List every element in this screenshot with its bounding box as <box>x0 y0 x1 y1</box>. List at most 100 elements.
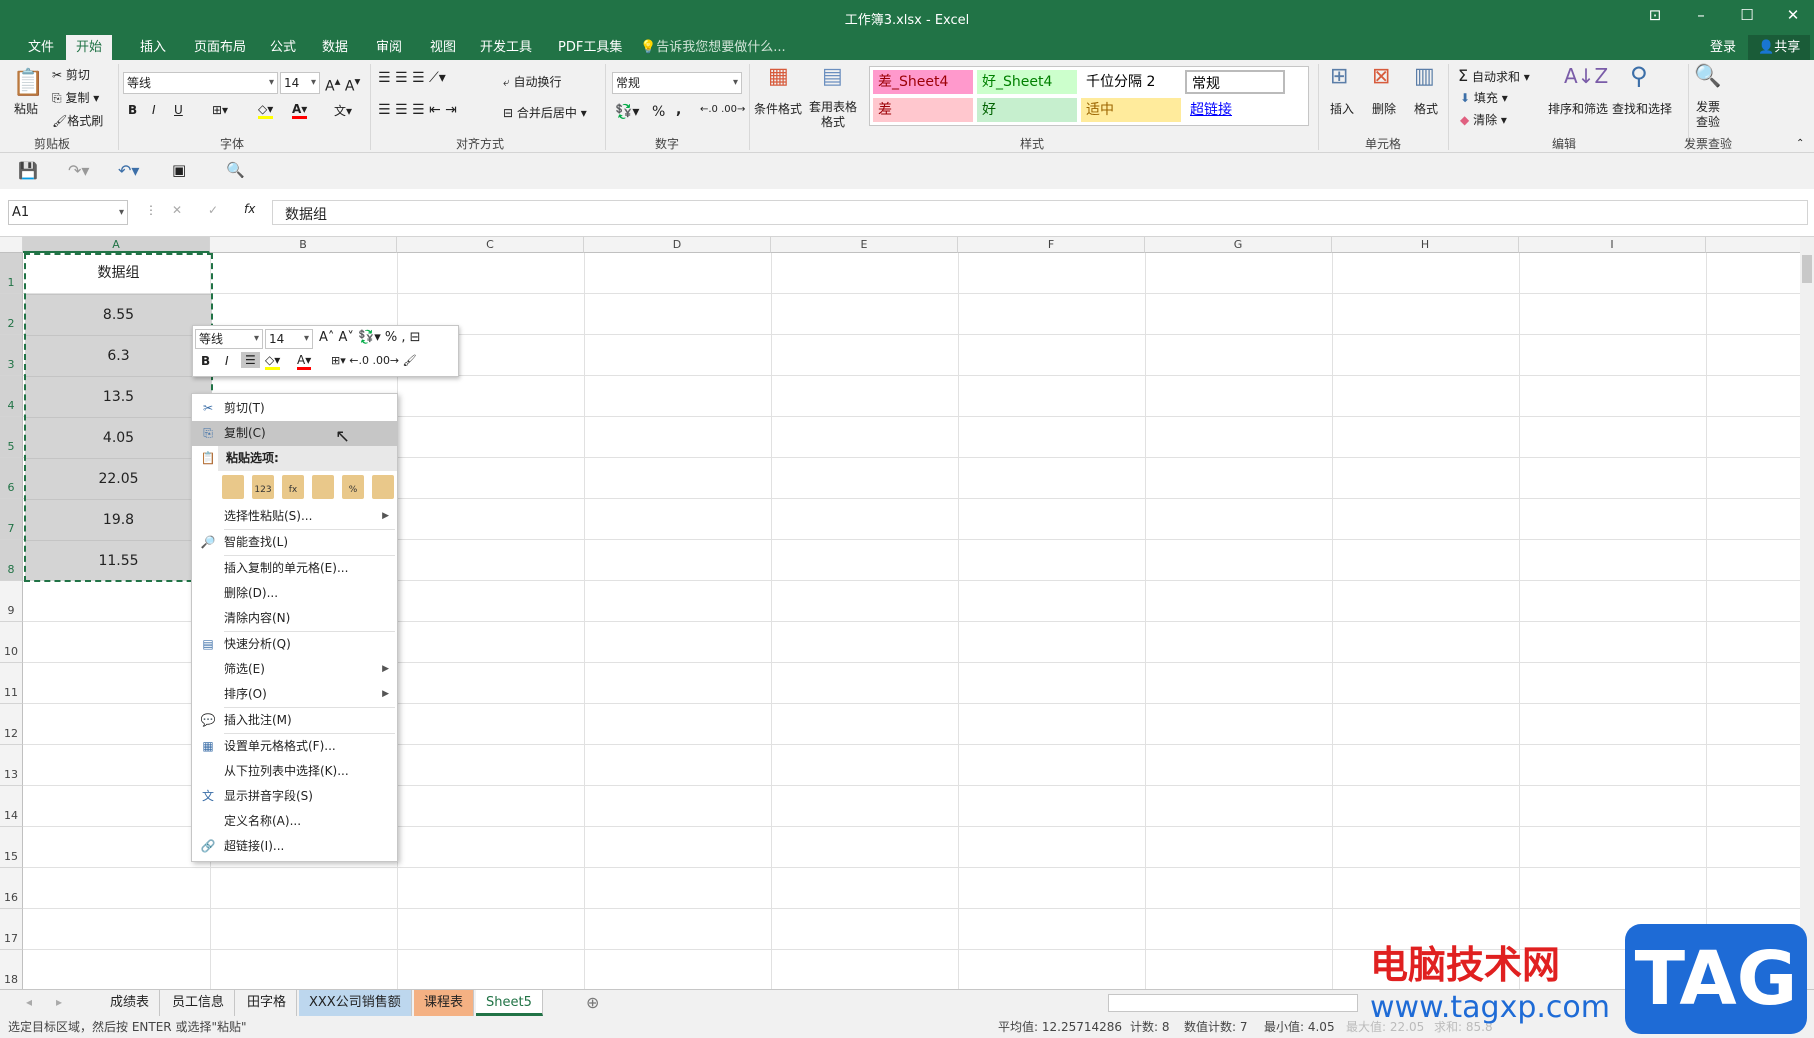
sort-filter-icon[interactable]: A↓Z <box>1564 64 1608 88</box>
mini-font-combo[interactable]: 等线 <box>195 329 263 349</box>
undo-icon[interactable]: ↶▾ <box>118 161 139 180</box>
column-header[interactable]: H <box>1332 237 1519 253</box>
conditional-format-icon[interactable]: ▦ <box>768 64 789 89</box>
clear-button[interactable]: ◆ 清除 ▾ <box>1460 111 1507 128</box>
column-header[interactable]: I <box>1519 237 1706 253</box>
cell-style[interactable]: 差 <box>873 98 973 122</box>
print-preview-icon[interactable]: ▣ <box>172 161 186 179</box>
cell-style[interactable]: 常规 <box>1185 70 1285 94</box>
menu-item[interactable]: 选择性粘贴(S)... ▶ <box>192 504 397 529</box>
delete-cells-button[interactable]: 删除 <box>1372 100 1396 117</box>
cell-style[interactable]: 差_Sheet4 <box>873 70 973 94</box>
enter-icon[interactable]: ✓ <box>208 203 218 217</box>
maximize-button[interactable]: ☐ <box>1732 6 1762 24</box>
cell-style[interactable]: 千位分隔 2 <box>1081 70 1181 94</box>
menu-item[interactable]: 文显示拼音字段(S) <box>192 784 397 809</box>
tab-7[interactable]: 视图 <box>420 35 466 60</box>
sheet-tab[interactable]: 员工信息 <box>162 990 236 1016</box>
row-header[interactable]: 18 <box>0 950 23 989</box>
menu-item[interactable]: ▦ 设置单元格格式(F)... <box>192 734 397 759</box>
format-cells-icon[interactable]: ▥ <box>1414 64 1435 89</box>
tell-me-search[interactable]: 💡告诉我您想要做什么... <box>630 35 796 60</box>
formula-input[interactable]: 数据组 <box>272 200 1808 225</box>
sheet-tab[interactable]: 田字格 <box>237 990 298 1016</box>
vertical-scrollbar[interactable] <box>1800 237 1814 989</box>
menu-item[interactable]: 从下拉列表中选择(K)... <box>192 759 397 784</box>
tab-0[interactable]: 文件 <box>18 35 64 60</box>
menu-item[interactable]: ⎘ 复制(C) <box>192 421 397 446</box>
menu-item[interactable]: 筛选(E) ▶ <box>192 657 397 682</box>
menu-item[interactable]: 定义名称(A)... <box>192 809 397 834</box>
cell-style[interactable]: 适中 <box>1081 98 1181 122</box>
delete-cells-icon[interactable]: ⊠ <box>1372 64 1390 89</box>
row-header[interactable]: 15 <box>0 827 23 868</box>
redo-icon[interactable]: ↷▾ <box>68 161 89 180</box>
mini-center-icon[interactable]: ☰ <box>241 352 260 368</box>
row-header[interactable]: 16 <box>0 868 23 909</box>
column-header[interactable]: E <box>771 237 958 253</box>
tab-2[interactable]: 插入 <box>130 35 176 60</box>
decimal-icon[interactable]: ←.0 .00→ <box>700 104 745 115</box>
tab-1[interactable]: 开始 <box>66 35 113 60</box>
underline-button[interactable]: U <box>174 103 183 117</box>
sheet-tab[interactable]: 成绩表 <box>100 990 161 1016</box>
sheet-tab[interactable]: XXX公司销售额 <box>299 990 412 1016</box>
paste-button[interactable]: 粘贴 <box>14 100 38 117</box>
menu-item[interactable]: 排序(O) ▶ <box>192 682 397 707</box>
currency-icon[interactable]: 💱▾ <box>615 104 639 120</box>
cancel-icon[interactable]: ✕ <box>172 203 182 217</box>
horizontal-scrollbar[interactable] <box>1108 994 1358 1012</box>
phonetic-icon[interactable]: 文▾ <box>334 102 352 119</box>
border-icon[interactable]: ⊞▾ <box>212 103 228 117</box>
tab-9[interactable]: PDF工具集 <box>548 35 632 60</box>
paste-option-5[interactable] <box>372 475 394 499</box>
mini-italic-button[interactable]: I <box>225 354 229 368</box>
column-header[interactable]: A <box>23 237 210 253</box>
row-header[interactable]: 7 <box>0 499 23 540</box>
font-color-icon[interactable]: A▾ <box>292 102 308 119</box>
align-top-icon[interactable]: ☰ ☰ ☰ ⟋▾ <box>378 70 446 86</box>
row-header[interactable]: 2 <box>0 294 23 335</box>
sheet-tab[interactable]: 课程表 <box>414 990 475 1016</box>
merge-center-button[interactable]: ⊟ 合并后居中 ▾ <box>503 104 587 121</box>
name-box[interactable]: A1 <box>8 200 128 225</box>
sheet-nav-next-icon[interactable]: ▸ <box>56 995 62 1009</box>
row-header[interactable]: 8 <box>0 540 23 581</box>
menu-item[interactable]: ▤ 快速分析(Q) <box>192 632 397 657</box>
menu-item[interactable]: 💬 插入批注(M) <box>192 708 397 733</box>
invoice-check-icon[interactable]: 🔍 <box>1694 64 1721 89</box>
mini-font-color-icon[interactable]: A▾ <box>297 353 312 370</box>
tab-4[interactable]: 公式 <box>260 35 306 60</box>
column-header-extra[interactable] <box>1706 237 1800 253</box>
column-header[interactable]: F <box>958 237 1145 253</box>
row-header[interactable]: 3 <box>0 335 23 376</box>
row-header[interactable]: 13 <box>0 745 23 786</box>
cut-button[interactable]: ✂ 剪切 <box>52 66 90 83</box>
autosum-button[interactable]: Σ 自动求和 ▾ <box>1458 66 1530 85</box>
signin-link[interactable]: 登录 <box>1700 35 1746 60</box>
align-left-icon[interactable]: ☰ ☰ ☰ ⇤ ⇥ <box>378 102 457 118</box>
collapse-ribbon-icon[interactable]: ⌃ <box>1796 138 1804 149</box>
format-as-table-button[interactable]: 套用表格格式 <box>808 100 858 130</box>
minimize-button[interactable]: – <box>1686 6 1716 24</box>
copy-button[interactable]: ⎘ 复制 ▾ <box>52 89 99 106</box>
paste-icon[interactable]: 📋 <box>12 68 44 98</box>
invoice-check-button[interactable]: 发票查验 <box>1696 100 1722 130</box>
row-header[interactable]: 5 <box>0 417 23 458</box>
share-button[interactable]: 👤共享 <box>1748 35 1811 60</box>
mini-size-combo[interactable]: 14 <box>265 329 313 349</box>
row-header[interactable]: 14 <box>0 786 23 827</box>
row-header[interactable]: 9 <box>0 581 23 622</box>
sort-filter-button[interactable]: 排序和筛选 <box>1548 100 1608 117</box>
sheet-nav-prev-icon[interactable]: ◂ <box>26 995 32 1009</box>
conditional-format-button[interactable]: 条件格式 <box>754 100 802 117</box>
row-header[interactable]: 17 <box>0 909 23 950</box>
menu-item[interactable]: 🔗 超链接(I)... <box>192 834 397 859</box>
find-select-button[interactable]: 查找和选择 <box>1612 100 1672 117</box>
row-header[interactable]: 12 <box>0 704 23 745</box>
find-select-icon[interactable]: ⚲ <box>1630 62 1648 90</box>
new-sheet-icon[interactable]: ⊕ <box>586 993 599 1012</box>
menu-item[interactable]: 删除(D)... <box>192 581 397 606</box>
grow-font-icon[interactable]: A▴ A▾ <box>325 74 360 95</box>
select-all-corner[interactable] <box>0 237 23 253</box>
